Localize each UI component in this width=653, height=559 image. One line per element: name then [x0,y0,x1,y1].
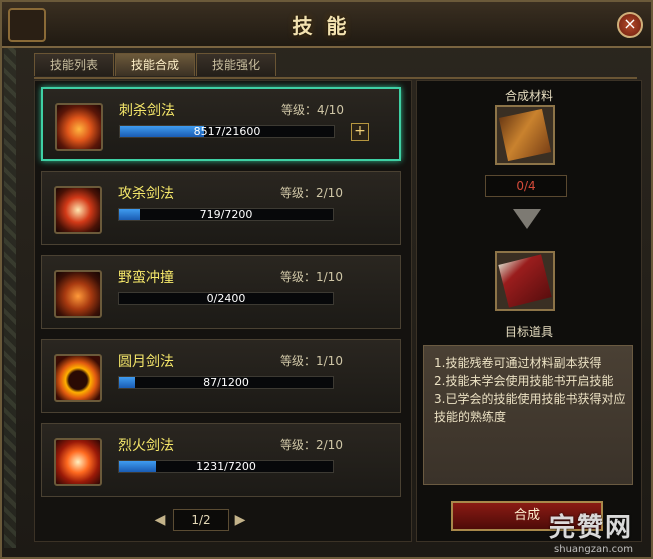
window-title: 技能 [292,14,361,38]
progress-text: 0/2400 [206,292,246,305]
target-slot[interactable] [495,251,555,311]
tab-divider [34,77,637,79]
prev-page-button[interactable]: ◀ [151,511,169,529]
material-count: 0/4 [485,175,567,197]
synthesis-panel: 合成材料 0/4 目标道具 1.技能残卷可通过材料副本获得 2.技能未学会使用技… [416,80,642,542]
tab-skill-enhance[interactable]: 技能强化 [196,53,276,76]
skill-level: 等级：1/10 [280,270,343,284]
progress-bar: 8517/21600 [119,125,335,138]
progress-bar: 1231/7200 [118,460,334,473]
pagination: ◀ 1/2 ▶ [151,509,251,531]
skill-name: 野蛮冲撞 [118,270,174,286]
material-slot[interactable] [495,105,555,165]
target-label: 目标道具 [504,325,553,339]
skill-card[interactable]: 烈火剑法 等级：2/10 1231/7200 [41,423,401,497]
skill-level: 等级：2/10 [280,438,343,452]
left-decoration [4,48,16,548]
skill-name: 圆月剑法 [118,354,174,370]
skill-card[interactable]: 野蛮冲撞 等级：1/10 0/2400 [41,255,401,329]
progress-text: 8517/21600 [193,125,261,138]
tip-line: 3.已学会的技能使用技能书获得对应 [434,392,626,406]
progress-bar: 87/1200 [118,376,334,389]
progress-text: 719/7200 [199,208,253,221]
skill-window: 技能 × 技能列表 技能合成 技能强化 刺杀剑法 等级：4/10 8517/21… [0,0,653,559]
page-indicator: 1/2 [173,509,229,531]
thrust-sword-icon [55,103,103,151]
skill-level: 等级：4/10 [281,103,344,117]
materials-label: 合成材料 [504,89,553,103]
title-bar: 技能 × [2,2,651,48]
crescent-sword-icon [54,354,102,402]
next-page-button[interactable]: ▶ [231,511,249,529]
skill-card[interactable]: 圆月剑法 等级：1/10 87/1200 [41,339,401,413]
savage-charge-icon [54,270,102,318]
tip-line: 2.技能未学会使用技能书开启技能 [434,374,614,388]
progress-bar: 719/7200 [118,208,334,221]
skill-list-panel: 刺杀剑法 等级：4/10 8517/21600 + 攻杀剑法 等级：2/10 7… [34,80,412,542]
skill-level: 等级：1/10 [280,354,343,368]
skill-book-icon [498,254,552,308]
tip-line: 技能的熟练度 [434,410,507,424]
skill-card[interactable]: 刺杀剑法 等级：4/10 8517/21600 + [41,87,401,161]
progress-bar: 0/2400 [118,292,334,305]
tips-box: 1.技能残卷可通过材料副本获得 2.技能未学会使用技能书开启技能 3.已学会的技… [423,345,633,485]
close-icon: × [623,14,637,33]
watermark: 完赞网 shuangzan.com [549,507,633,555]
attack-sword-icon [54,186,102,234]
watermark-brand: 完赞网 [548,513,633,543]
blazing-sword-icon [54,438,102,486]
tab-skill-synthesis[interactable]: 技能合成 [115,53,195,76]
skill-card[interactable]: 攻杀剑法 等级：2/10 719/7200 [41,171,401,245]
skill-name: 烈火剑法 [118,438,174,454]
skill-level: 等级：2/10 [280,186,343,200]
watermark-url: shuangzan.com [554,544,633,555]
skill-name: 攻杀剑法 [118,186,174,202]
scroll-fragment-icon [498,108,552,162]
upgrade-plus-button[interactable]: + [351,123,369,141]
progress-text: 87/1200 [203,376,249,389]
tip-line: 1.技能残卷可通过材料副本获得 [434,356,602,370]
tab-skill-list[interactable]: 技能列表 [34,53,114,76]
skill-name: 刺杀剑法 [119,103,175,119]
close-button[interactable]: × [617,12,643,38]
progress-text: 1231/7200 [196,460,256,473]
chevron-down-icon [513,209,541,229]
